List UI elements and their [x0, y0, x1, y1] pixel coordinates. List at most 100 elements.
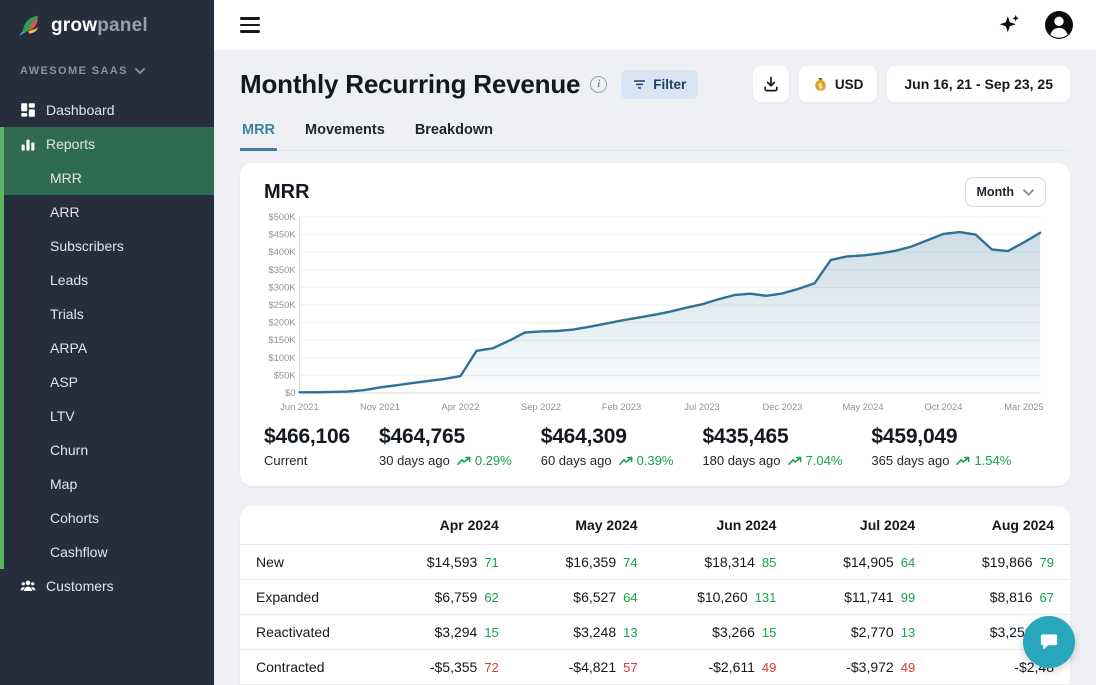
chat-widget-button[interactable] — [1023, 616, 1075, 668]
trend-up-icon — [619, 456, 633, 466]
workspace-switcher[interactable]: AWESOME SAAS — [0, 49, 214, 85]
table-corner-cell — [240, 506, 376, 545]
cell-count: 131 — [755, 590, 777, 605]
table-cell: $3,26615 — [654, 615, 793, 650]
sidebar-item-label: LTV — [50, 408, 75, 424]
brand-logo[interactable]: growpanel — [0, 0, 214, 49]
brand-name: growpanel — [51, 15, 148, 37]
download-button[interactable] — [753, 66, 789, 102]
sidebar-nav: DashboardReportsMRRARRSubscribers Leads Tr… — [0, 93, 214, 603]
stat-current: $466,106Current — [264, 425, 350, 468]
table-row-contracted: Contracted-$5,35572 -$4,821 57 -$2,61149-$3… — [240, 650, 1070, 685]
sidebar-item-customers[interactable]: Customers — [0, 569, 214, 603]
svg-text:$200K: $200K — [269, 317, 297, 328]
table-cell: -$5,35572 — [376, 650, 515, 685]
sidebar-item-reports[interactable]: Reports — [4, 127, 214, 161]
sidebar-item-cohorts[interactable]: Cohorts — [4, 501, 214, 535]
info-icon[interactable]: i — [590, 76, 607, 93]
menu-icon[interactable] — [240, 17, 260, 33]
ai-sparkle-icon[interactable] — [996, 12, 1022, 38]
sidebar-item-cashflow[interactable]: Cashflow — [4, 535, 214, 569]
cell-count: 72 — [484, 660, 498, 675]
sidebar-item-dashboard[interactable]: Dashboard — [0, 93, 214, 127]
sidebar-item-mrr[interactable]: MRR — [4, 161, 214, 195]
cell-count: 64 — [901, 555, 915, 570]
column-header: Jun 2024 — [654, 506, 793, 545]
svg-text:$300K: $300K — [269, 281, 297, 292]
sidebar-item-subscribers[interactable]: Subscribers — [4, 229, 214, 263]
cell-amount: $6,527 — [573, 589, 616, 605]
sidebar-item-label: Churn — [50, 442, 88, 458]
cell-count: 15 — [484, 625, 498, 640]
row-label: New — [240, 545, 376, 580]
cell-amount: -$4,821 — [569, 659, 616, 675]
avatar[interactable] — [1044, 10, 1074, 40]
svg-text:Apr 2022: Apr 2022 — [442, 401, 480, 412]
stat-value: $464,309 — [541, 425, 674, 449]
cell-count: 13 — [623, 625, 637, 640]
chat-bubble-icon — [1036, 629, 1062, 655]
filter-button[interactable]: Filter — [621, 70, 698, 99]
filter-label: Filter — [653, 77, 686, 92]
interval-select[interactable]: Month — [965, 177, 1046, 207]
tab-breakdown[interactable]: Breakdown — [413, 116, 495, 151]
cell-amount: $2,770 — [851, 624, 894, 640]
cell-count: 57 — [623, 660, 637, 675]
row-label: Contracted — [240, 650, 376, 685]
user-icon — [1044, 10, 1074, 40]
table-cell: $11,74199 — [792, 580, 931, 615]
sidebar-item-arpa[interactable]: ARPA — [4, 331, 214, 365]
sidebar-item-label: Leads — [50, 272, 88, 288]
tab-mrr[interactable]: MRR — [240, 116, 277, 151]
svg-text:Jun 2021: Jun 2021 — [280, 401, 318, 412]
sidebar-item-label: Trials — [50, 306, 84, 322]
workspace-label: AWESOME SAAS — [20, 65, 128, 77]
sidebar-item-map[interactable]: Map — [4, 467, 214, 501]
table-cell: -$2,61149 — [654, 650, 793, 685]
trend-up-icon — [956, 456, 970, 466]
svg-text:$100K: $100K — [269, 352, 297, 363]
sidebar-item-leads[interactable]: Leads — [4, 263, 214, 297]
cell-count: 49 — [762, 660, 776, 675]
svg-text:$450K: $450K — [269, 229, 297, 240]
table-cell: -$3,97249 — [792, 650, 931, 685]
tab-movements[interactable]: Movements — [303, 116, 387, 151]
sidebar-item-label: Cashflow — [50, 544, 108, 560]
stat-change: 7.04% — [788, 453, 843, 468]
date-range-label: Jun 16, 21 - Sep 23, 25 — [904, 76, 1053, 92]
sidebar-item-asp[interactable]: ASP — [4, 365, 214, 399]
svg-text:$250K: $250K — [269, 299, 297, 310]
movements-table-card: Apr 2024May 2024Jun 2024Jul 2024Aug 2024… — [240, 506, 1070, 685]
stat-label: 60 days ago — [541, 453, 612, 468]
sidebar-item-trials[interactable]: Trials — [4, 297, 214, 331]
cell-count: 15 — [762, 625, 776, 640]
table-cell: $16,35974 — [515, 545, 654, 580]
cell-amount: $11,741 — [844, 589, 894, 605]
reports-icon — [20, 136, 36, 152]
currency-button[interactable]: $ USD — [799, 66, 878, 102]
cell-count: 85 — [762, 555, 776, 570]
sidebar-item-churn[interactable]: Churn — [4, 433, 214, 467]
svg-text:$0: $0 — [285, 387, 295, 398]
svg-text:$400K: $400K — [269, 246, 297, 257]
chevron-down-icon — [1023, 189, 1034, 196]
sidebar-item-arr[interactable]: ARR — [4, 195, 214, 229]
stat-label: 30 days ago — [379, 453, 450, 468]
stat-value: $466,106 — [264, 425, 350, 449]
cell-amount: $6,759 — [435, 589, 478, 605]
sidebar-item-label: ASP — [50, 374, 78, 390]
mrr-area-chart: $0$50K$100K$150K$200K$250K$300K$350K$400… — [264, 211, 1046, 417]
cell-count: 67 — [1040, 590, 1054, 605]
sidebar-item-ltv[interactable]: LTV — [4, 399, 214, 433]
svg-text:$500K: $500K — [269, 211, 297, 222]
mrr-chart-card: MRR Month $0$50K$ — [240, 163, 1070, 486]
column-header: Aug 2024 — [931, 506, 1070, 545]
svg-text:$: $ — [818, 83, 822, 90]
date-range-button[interactable]: Jun 16, 21 - Sep 23, 25 — [887, 66, 1070, 102]
cell-amount: $18,314 — [704, 554, 755, 570]
table-cell: $8,81667 — [931, 580, 1070, 615]
filter-icon — [633, 78, 646, 91]
stat-30-days-ago: $464,76530 days ago0.29% — [379, 425, 512, 468]
sidebar-item-label: ARPA — [50, 340, 87, 356]
cell-amount: $19,866 — [982, 554, 1033, 570]
